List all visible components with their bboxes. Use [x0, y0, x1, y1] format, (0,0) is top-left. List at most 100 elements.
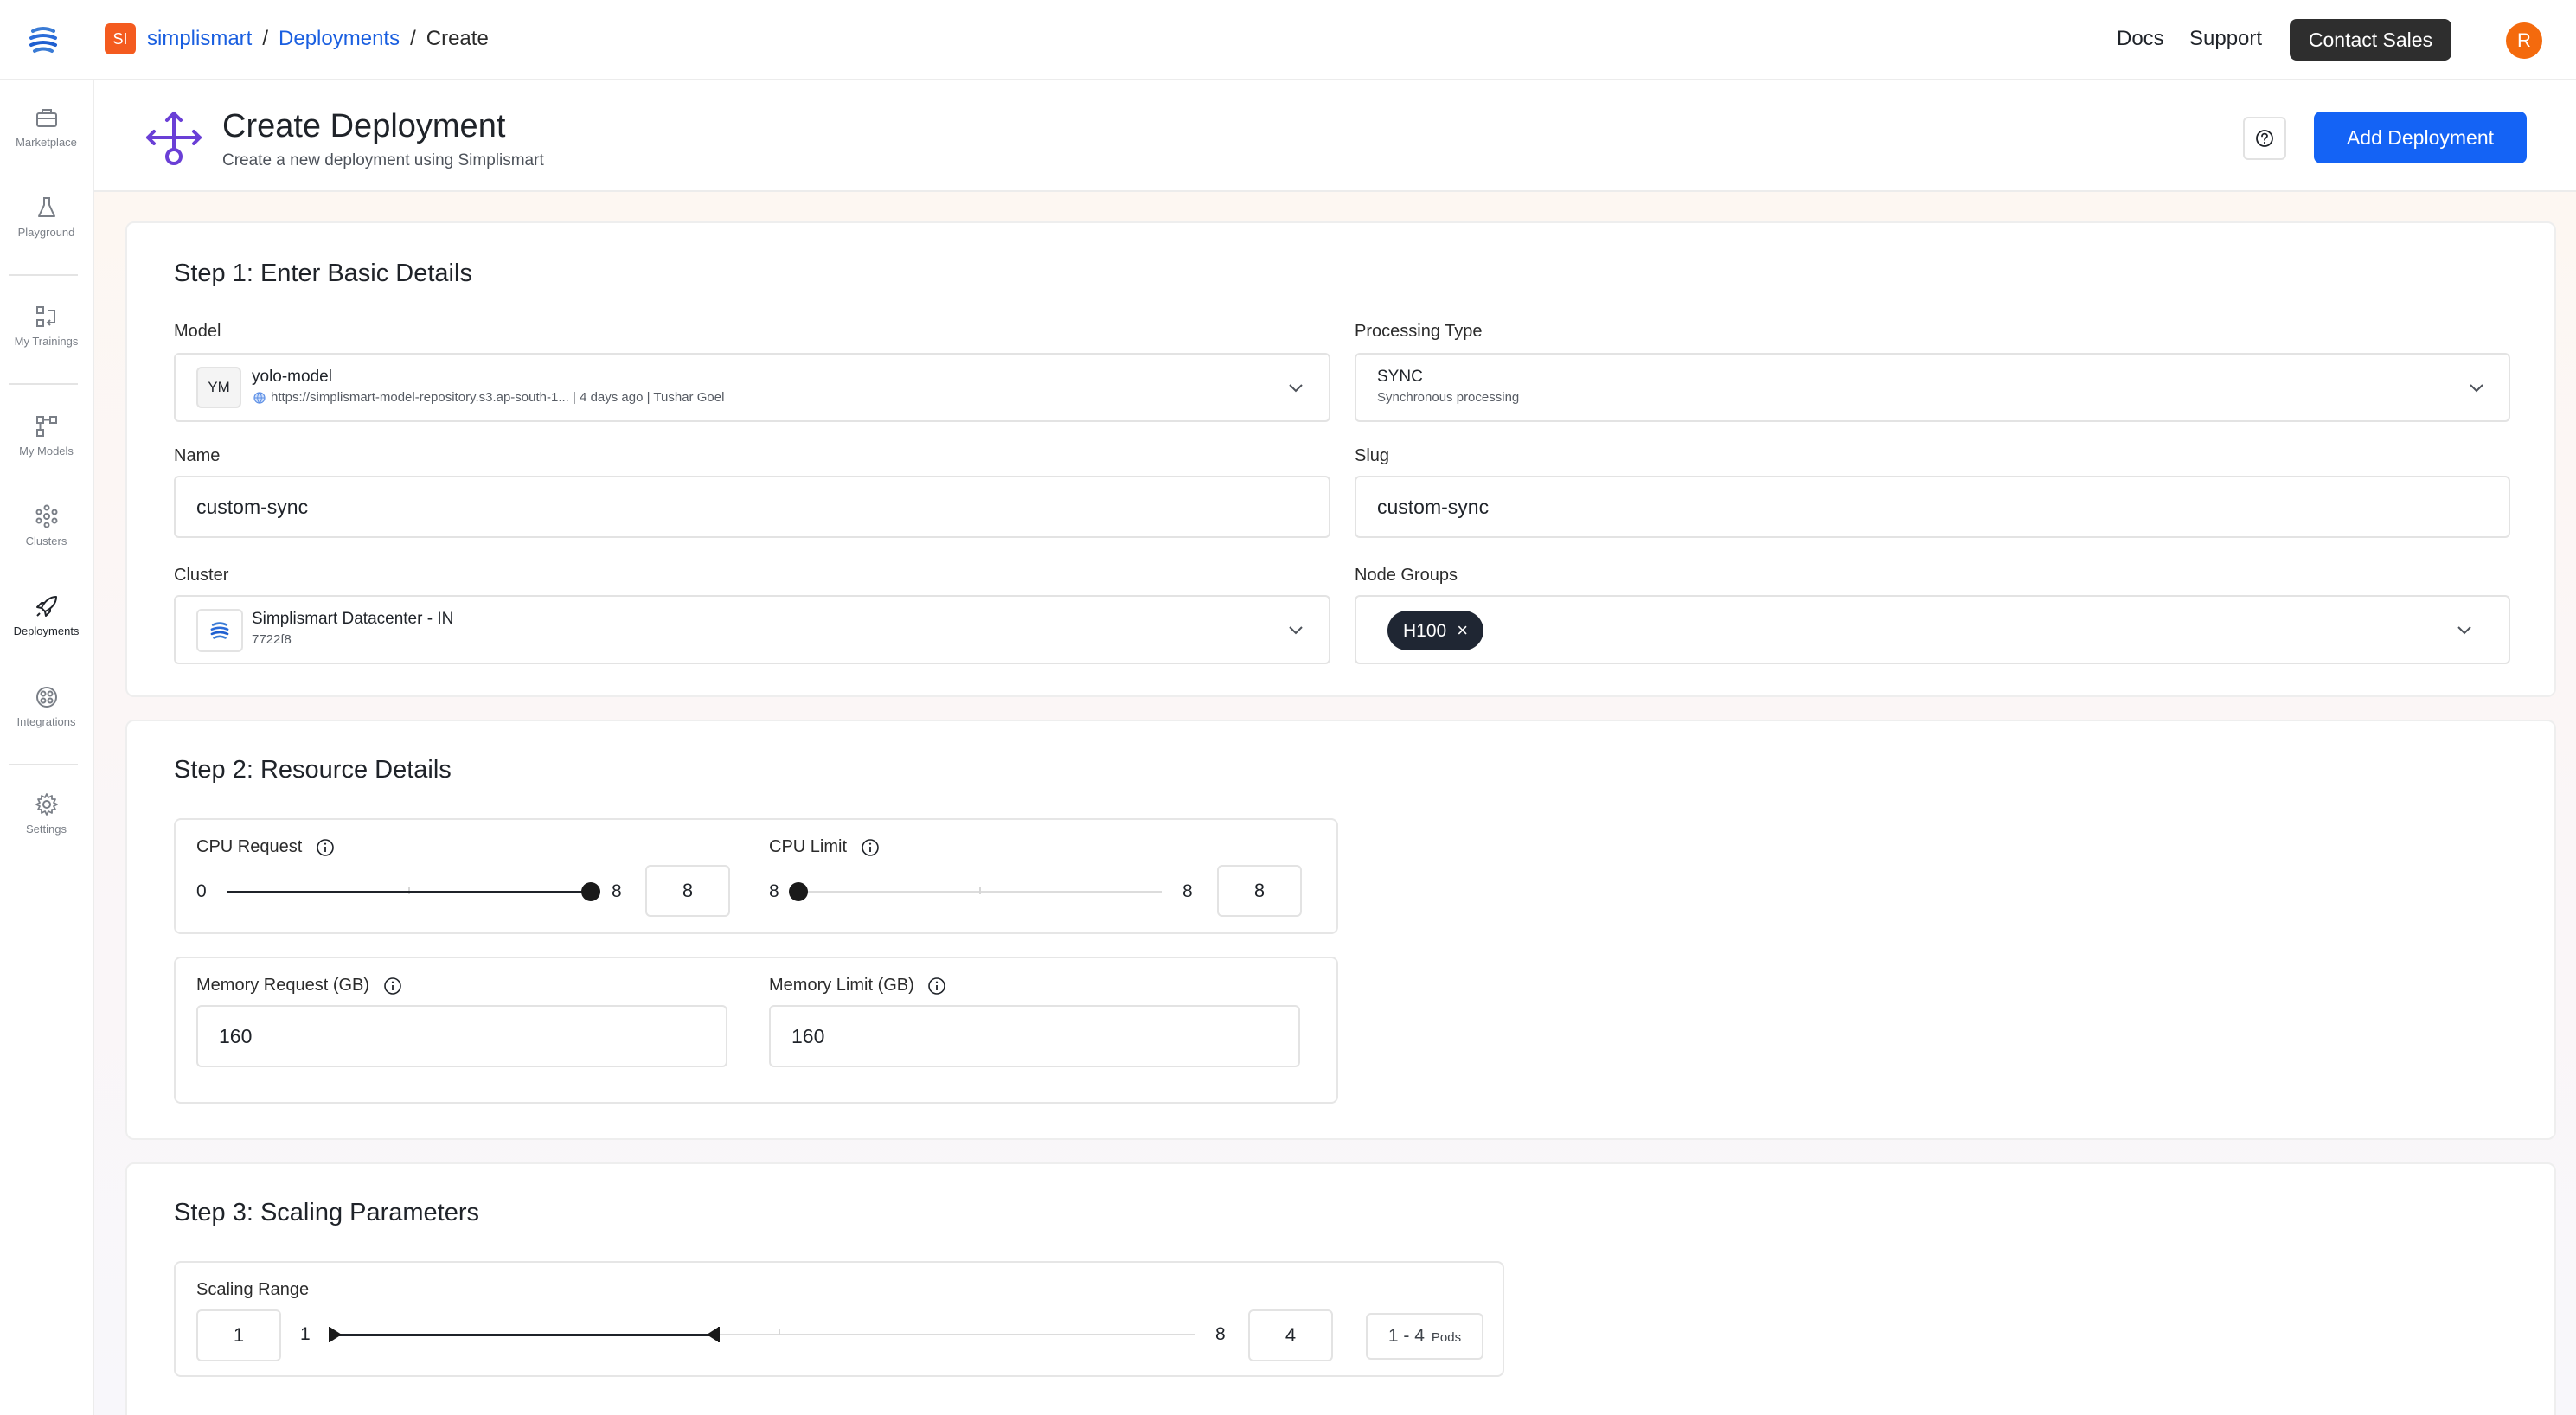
memory-request-input[interactable] [196, 1005, 727, 1067]
help-icon [2256, 130, 2273, 147]
breadcrumb-current: Create [426, 27, 489, 50]
memory-limit-label-text: Memory Limit (GB) [769, 976, 914, 995]
org-badge[interactable]: SI [105, 23, 136, 54]
memory-request-label-text: Memory Request (GB) [196, 976, 370, 995]
avatar[interactable]: R [2506, 22, 2542, 59]
scaling-fill [330, 1334, 719, 1336]
cpu-limit-label: CPU Limit [769, 836, 880, 858]
add-deployment-button[interactable]: Add Deployment [2314, 112, 2527, 163]
slug-input[interactable] [1355, 476, 2510, 538]
docs-link[interactable]: Docs [2117, 24, 2164, 54]
sidebar-divider [9, 764, 78, 765]
info-icon[interactable] [861, 838, 880, 857]
sidebar-item-label: Integrations [16, 715, 76, 728]
chevron-down-icon [2457, 626, 2471, 635]
cpu-request-fill [227, 891, 591, 893]
node-groups-select[interactable]: H100 × [1355, 595, 2510, 664]
scaling-max: 8 [1215, 1324, 1226, 1344]
main-content: Step 1: Enter Basic Details Model YM yol… [94, 192, 2576, 1415]
memory-request-label: Memory Request (GB) [196, 974, 402, 996]
slider-midpoint-tick [979, 887, 981, 894]
cpu-request-label: CPU Request [196, 836, 335, 858]
step3-card: Step 3: Scaling Parameters Scaling Range… [125, 1162, 2556, 1415]
integrations-icon [35, 687, 57, 708]
sidebar-item-label: Marketplace [16, 136, 77, 149]
name-label: Name [174, 446, 221, 465]
sidebar-item-integrations[interactable]: Integrations [0, 684, 93, 762]
page-header: Create Deployment Create a new deploymen… [94, 80, 2576, 192]
breadcrumb-deployments-link[interactable]: Deployments [279, 27, 400, 50]
cpu-request-input[interactable] [645, 865, 730, 917]
sidebar-item-my-trainings[interactable]: My Trainings [0, 304, 93, 381]
scaling-min: 1 [300, 1324, 311, 1344]
memory-limit-input[interactable] [769, 1005, 1300, 1067]
processing-type-select[interactable]: SYNC Synchronous processing [1355, 353, 2510, 422]
sidebar-divider [9, 383, 78, 385]
pods-range-badge: 1 - 4 Pods [1366, 1313, 1483, 1360]
support-link[interactable]: Support [2189, 24, 2262, 54]
sidebar-item-marketplace[interactable]: Marketplace [0, 105, 93, 182]
cpu-limit-input[interactable] [1217, 865, 1302, 917]
rocket-icon [35, 596, 57, 617]
info-icon[interactable] [383, 976, 402, 996]
cluster-name: Simplismart Datacenter - IN [252, 610, 454, 628]
slug-label: Slug [1355, 446, 1390, 465]
cpu-limit-label-text: CPU Limit [769, 837, 848, 856]
slider-midpoint-tick [779, 1329, 780, 1335]
globe-icon [253, 392, 266, 404]
scaling-max-thumb-icon[interactable] [703, 1325, 722, 1344]
cpu-request-slider-thumb[interactable] [581, 882, 600, 901]
model-select[interactable]: YM yolo-model https://simplismart-model-… [174, 353, 1330, 422]
sidebar-item-my-models[interactable]: My Models [0, 413, 93, 491]
scaling-panel: Scaling Range 1 8 1 - 4 Pods [174, 1261, 1504, 1377]
simplismart-logo-icon[interactable] [26, 22, 61, 57]
info-icon[interactable] [927, 976, 946, 996]
info-icon[interactable] [316, 838, 335, 857]
help-button[interactable] [2243, 117, 2286, 160]
sidebar-item-label: Deployments [13, 624, 80, 637]
cpu-request-min: 0 [196, 881, 207, 901]
memory-limit-label: Memory Limit (GB) [769, 974, 946, 996]
sidebar-item-settings[interactable]: Settings [0, 791, 93, 869]
scaling-max-input[interactable] [1248, 1309, 1333, 1361]
memory-panel: Memory Request (GB) Memory Limit (GB) [174, 957, 1338, 1104]
model-avatar: YM [196, 367, 241, 408]
cpu-limit-slider-thumb[interactable] [789, 882, 808, 901]
scaling-min-thumb-icon[interactable] [326, 1325, 345, 1344]
cpu-limit-max: 8 [1182, 881, 1193, 901]
cluster-select[interactable]: Simplismart Datacenter - IN 7722f8 [174, 595, 1330, 664]
sidebar-item-clusters[interactable]: Clusters [0, 503, 93, 581]
node-group-chip-label: H100 [1403, 621, 1447, 641]
processing-type-label: Processing Type [1355, 322, 1483, 341]
sidebar-item-deployments[interactable]: Deployments [0, 593, 93, 671]
chevron-down-icon [1289, 626, 1303, 635]
breadcrumb: simplismart / Deployments / Create [147, 24, 489, 54]
pods-unit-text: Pods [1431, 1330, 1462, 1345]
clusters-icon [35, 504, 57, 528]
trainings-icon [35, 306, 55, 327]
simplismart-logo-icon [210, 622, 229, 639]
cluster-label: Cluster [174, 566, 229, 585]
step1-card: Step 1: Enter Basic Details Model YM yol… [125, 221, 2556, 697]
chevron-down-icon [1289, 384, 1303, 393]
contact-sales-button[interactable]: Contact Sales [2290, 19, 2451, 61]
scaling-min-input[interactable] [196, 1309, 281, 1361]
node-group-chip: H100 × [1387, 611, 1484, 650]
step2-card: Step 2: Resource Details CPU Request 0 8… [125, 720, 2556, 1140]
cpu-panel: CPU Request 0 8 CPU Limit [174, 818, 1338, 934]
remove-chip-icon[interactable]: × [1457, 619, 1468, 641]
page-subtitle: Create a new deployment using Simplismar… [222, 151, 544, 170]
cpu-limit-min: 8 [769, 881, 779, 901]
chevron-down-icon [2470, 384, 2483, 393]
step3-title: Step 3: Scaling Parameters [174, 1199, 480, 1226]
breadcrumb-org-link[interactable]: simplismart [147, 27, 252, 50]
model-meta: https://simplismart-model-repository.s3.… [271, 390, 725, 405]
sidebar-item-label: Settings [26, 823, 67, 836]
sidebar-item-playground[interactable]: Playground [0, 195, 93, 272]
models-icon [35, 416, 57, 437]
marketplace-icon [35, 109, 57, 127]
name-input[interactable] [174, 476, 1330, 538]
flask-icon [37, 197, 55, 217]
processing-type-description: Synchronous processing [1377, 390, 1520, 405]
breadcrumb-separator: / [262, 27, 269, 50]
